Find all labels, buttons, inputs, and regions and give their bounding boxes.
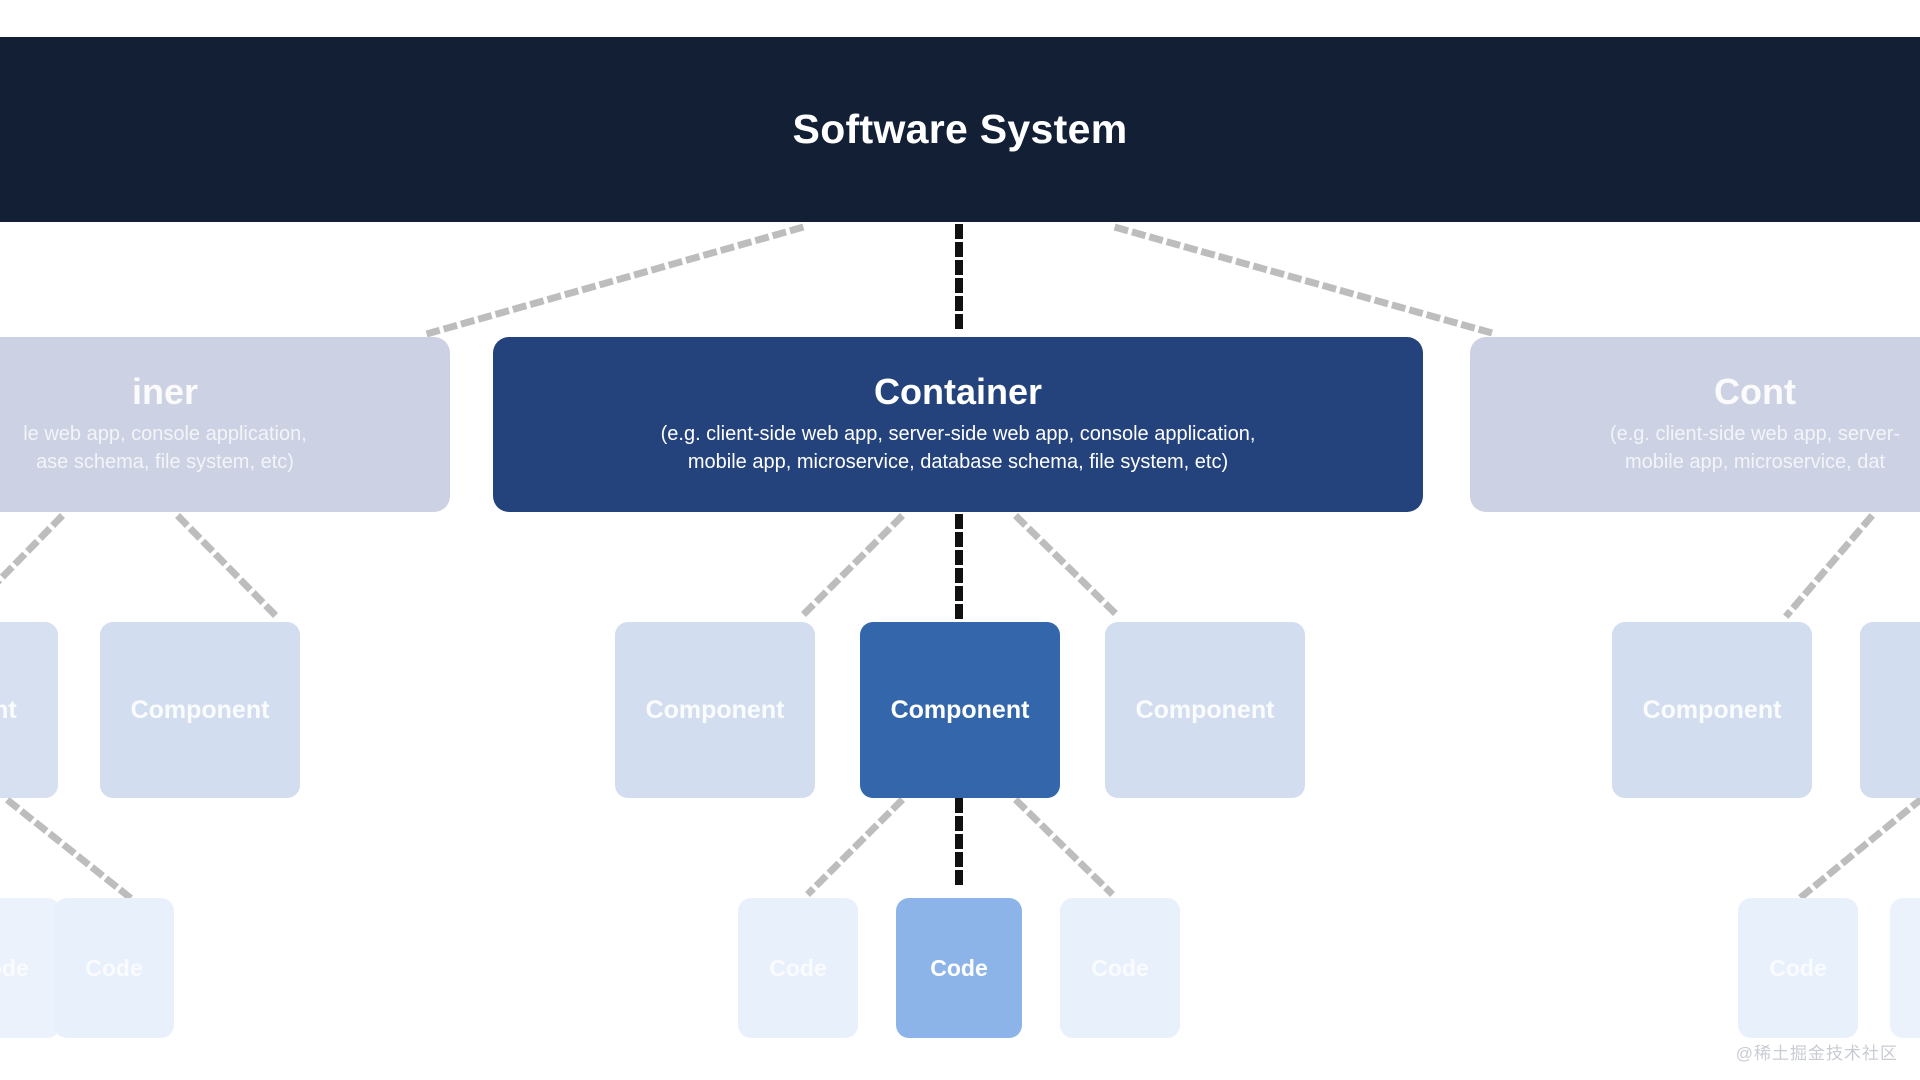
container-center-subtitle-line-2: mobile app, microservice, database schem… <box>687 451 1229 474</box>
connector-left-container-to-component-b <box>175 513 283 623</box>
connector-component-to-code-right <box>1013 797 1115 897</box>
code-node-right[interactable]: Code <box>1738 898 1858 1038</box>
connector-container-to-component-right <box>1013 513 1125 623</box>
component-node-center-left[interactable]: Component <box>615 622 815 798</box>
code-far-left-title: Code <box>0 954 29 981</box>
diagram-canvas: Software System iner le web app, console… <box>0 0 1920 1080</box>
code-node-center[interactable]: Code <box>896 898 1022 1038</box>
code-node-far-right[interactable]: Code <box>1890 898 1920 1038</box>
connector-system-to-container-left <box>425 223 805 338</box>
component-center-title: Component <box>890 695 1030 724</box>
code-center-title: Code <box>930 954 988 981</box>
container-right-title: Cont <box>1714 371 1796 413</box>
code-node-far-left[interactable]: Code <box>0 898 60 1038</box>
connector-left-component-to-code-a <box>5 797 133 901</box>
component-node-left[interactable]: Component <box>100 622 300 798</box>
container-node-right[interactable]: Cont (e.g. client-side web app, server- … <box>1470 337 1920 512</box>
component-far-left-title: ent <box>0 695 17 724</box>
connector-system-to-container-right <box>1113 223 1497 338</box>
container-left-subtitle-line-1: le web app, console application, <box>23 423 307 445</box>
container-center-subtitle-line-1: (e.g. client-side web app, server-side w… <box>660 423 1256 445</box>
code-node-center-left[interactable]: Code <box>738 898 858 1038</box>
page-title: Software System <box>792 106 1128 152</box>
container-right-subtitle-line-1: (e.g. client-side web app, server- <box>1609 423 1901 445</box>
component-node-center[interactable]: Component <box>860 622 1060 798</box>
component-node-center-right[interactable]: Component <box>1105 622 1305 798</box>
component-right-title: Component <box>1642 695 1782 724</box>
code-node-center-right[interactable]: Code <box>1060 898 1180 1038</box>
connector-right-container-to-component-a <box>1783 513 1875 619</box>
watermark-label: @稀土掘金技术社区 <box>1735 1044 1898 1063</box>
container-node-left[interactable]: iner le web app, console application, as… <box>0 337 450 512</box>
software-system-band: Software System <box>0 37 1920 222</box>
connector-left-container-to-component-a <box>0 513 65 585</box>
component-node-far-right[interactable]: Com <box>1860 622 1920 798</box>
container-right-subtitle-line-2: mobile app, microservice, dat <box>1624 451 1886 474</box>
component-center-right-title: Component <box>1135 695 1275 724</box>
component-node-right[interactable]: Component <box>1612 622 1812 798</box>
code-node-left[interactable]: Code <box>54 898 174 1038</box>
component-center-left-title: Component <box>645 695 785 724</box>
connector-container-to-component-left <box>795 513 905 623</box>
code-center-right-title: Code <box>1091 954 1149 981</box>
code-right-title: Code <box>1769 954 1827 981</box>
code-center-left-title: Code <box>769 954 827 981</box>
component-left-title: Component <box>130 695 270 724</box>
container-left-subtitle-line-2: ase schema, file system, etc) <box>36 451 294 474</box>
connector-right-component-to-code-a <box>1795 795 1920 903</box>
container-center-title: Container <box>873 371 1042 413</box>
component-node-far-left[interactable]: ent <box>0 622 58 798</box>
code-left-title: Code <box>85 954 143 981</box>
connector-component-to-code-left <box>805 797 905 897</box>
container-node-center[interactable]: Container (e.g. client-side web app, ser… <box>493 337 1423 512</box>
container-left-title: iner <box>131 371 199 413</box>
